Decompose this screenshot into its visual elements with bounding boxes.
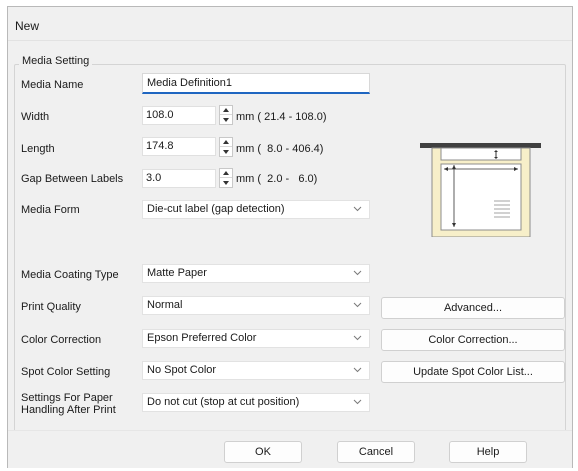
ok-button[interactable]: OK [224, 441, 302, 463]
chevron-down-icon [353, 335, 362, 341]
chevron-down-icon [353, 399, 362, 405]
spin-up-icon[interactable] [220, 106, 232, 115]
media-form-select[interactable]: Die-cut label (gap detection) [142, 200, 370, 219]
spin-down-icon[interactable] [220, 115, 232, 124]
color-correction-button[interactable]: Color Correction... [381, 329, 565, 351]
gap-value: 3.0 [146, 172, 162, 184]
help-button[interactable]: Help [449, 441, 527, 463]
color-correction-value: Epson Preferred Color [147, 332, 257, 344]
color-correction-label: Color Correction [21, 334, 102, 346]
new-media-dialog: New Media Setting Media Name Media Defin… [7, 6, 573, 468]
spot-color-select[interactable]: No Spot Color [142, 361, 370, 380]
gap-range: mm ( 2.0 - 6.0) [236, 173, 318, 185]
media-coating-select[interactable]: Matte Paper [142, 264, 370, 283]
media-name-value: Media Definition1 [147, 77, 232, 89]
length-label: Length [21, 143, 55, 155]
width-spinner[interactable] [219, 105, 233, 125]
print-quality-label: Print Quality [21, 301, 81, 313]
title-bar[interactable]: New [8, 7, 572, 41]
media-layout-illustration [420, 143, 541, 237]
paper-handling-select[interactable]: Do not cut (stop at cut position) [142, 393, 370, 412]
media-name-label: Media Name [21, 79, 84, 91]
advanced-button[interactable]: Advanced... [381, 297, 565, 319]
media-name-input[interactable]: Media Definition1 [142, 73, 370, 94]
spin-up-icon[interactable] [220, 138, 232, 147]
media-form-value: Die-cut label (gap detection) [147, 203, 285, 215]
width-range: mm ( 21.4 - 108.0) [236, 111, 327, 123]
spin-down-icon[interactable] [220, 178, 232, 187]
group-title: Media Setting [19, 55, 93, 67]
paper-handling-value: Do not cut (stop at cut position) [147, 396, 300, 408]
gap-spinner[interactable] [219, 168, 233, 188]
chevron-down-icon [353, 206, 362, 212]
length-value: 174.8 [146, 140, 174, 152]
paper-handling-label: Settings For Paper Handling After Print [21, 392, 116, 416]
spin-up-icon[interactable] [220, 169, 232, 178]
width-label: Width [21, 111, 50, 123]
gap-label: Gap Between Labels [21, 173, 124, 185]
update-spot-color-list-button[interactable]: Update Spot Color List... [381, 361, 565, 383]
print-quality-select[interactable]: Normal [142, 296, 370, 315]
chevron-down-icon [353, 302, 362, 308]
chevron-down-icon [353, 367, 362, 373]
width-value: 108.0 [146, 109, 174, 121]
gap-input[interactable]: 3.0 [142, 169, 216, 188]
spot-color-label: Spot Color Setting [21, 366, 111, 378]
width-input[interactable]: 108.0 [142, 106, 216, 125]
color-correction-select[interactable]: Epson Preferred Color [142, 329, 370, 348]
media-coating-value: Matte Paper [147, 267, 207, 279]
spin-down-icon[interactable] [220, 147, 232, 156]
print-quality-value: Normal [147, 299, 183, 311]
length-range: mm ( 8.0 - 406.4) [236, 143, 324, 155]
cancel-button[interactable]: Cancel [337, 441, 415, 463]
chevron-down-icon [353, 270, 362, 276]
length-input[interactable]: 174.8 [142, 137, 216, 156]
window-title: New [15, 19, 40, 33]
length-spinner[interactable] [219, 137, 233, 157]
media-form-label: Media Form [21, 204, 80, 216]
spot-color-value: No Spot Color [147, 364, 217, 376]
media-coating-label: Media Coating Type [21, 269, 119, 281]
